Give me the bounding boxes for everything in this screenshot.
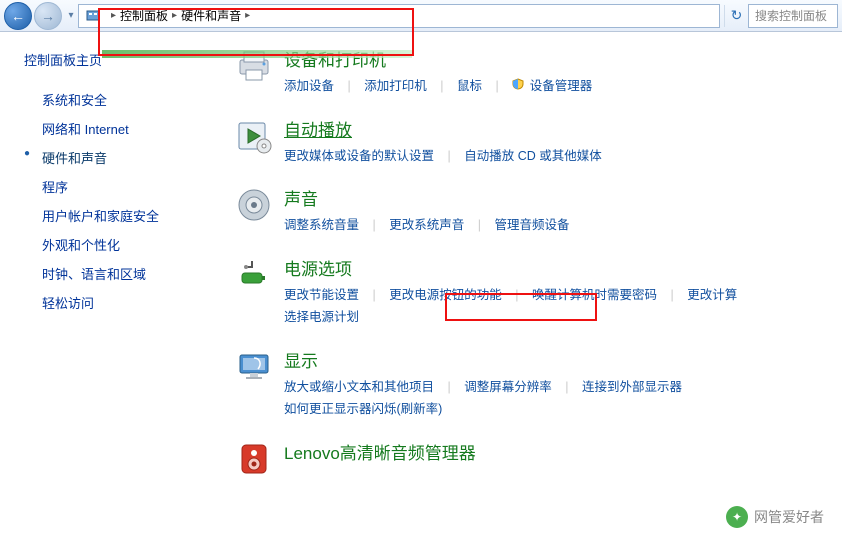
category-links-row2: 如何更正显示器闪烁(刷新率) xyxy=(284,398,842,421)
link-add-printer[interactable]: 添加打印机 xyxy=(364,79,427,93)
refresh-button[interactable]: ↻ xyxy=(724,5,748,27)
category-title-devices[interactable]: 设备和打印机 xyxy=(284,46,842,71)
breadcrumb-sep: ▸ xyxy=(111,10,116,21)
link-change-system-sounds[interactable]: 更改系统声音 xyxy=(389,218,464,232)
search-placeholder: 搜索控制面板 xyxy=(755,7,827,24)
link-change-compute-truncated[interactable]: 更改计算 xyxy=(687,288,737,302)
link-adjust-volume[interactable]: 调整系统音量 xyxy=(284,218,359,232)
category-title-display[interactable]: 显示 xyxy=(284,347,842,372)
link-connect-external[interactable]: 连接到外部显示器 xyxy=(582,380,682,394)
link-autoplay-cd[interactable]: 自动播放 CD 或其他媒体 xyxy=(464,149,602,163)
category-links-row2: 选择电源计划 xyxy=(284,306,842,329)
watermark-text: 网管爱好者 xyxy=(754,507,824,527)
link-text-size[interactable]: 放大或缩小文本和其他项目 xyxy=(284,380,434,394)
category-devices-printers: 设备和打印机 添加设备 | 添加打印机 | 鼠标 | 设备管理器 xyxy=(230,46,842,98)
breadcrumb-item-hardware-sound[interactable]: 硬件和声音 xyxy=(181,7,241,24)
forward-button[interactable]: → xyxy=(34,2,62,30)
category-links: 添加设备 | 添加打印机 | 鼠标 | 设备管理器 xyxy=(284,75,842,98)
category-title-lenovo-audio[interactable]: Lenovo高清晰音频管理器 xyxy=(284,439,842,464)
divider: | xyxy=(448,380,451,394)
back-arrow-icon: ← xyxy=(11,8,25,24)
body-area: 控制面板主页 系统和安全 网络和 Internet 硬件和声音 程序 用户帐户和… xyxy=(0,32,842,536)
divider: | xyxy=(348,79,351,93)
category-autoplay: 自动播放 更改媒体或设备的默认设置 | 自动播放 CD 或其他媒体 xyxy=(230,116,842,168)
link-screen-resolution[interactable]: 调整屏幕分辨率 xyxy=(464,380,552,394)
sidebar-item-programs[interactable]: 程序 xyxy=(24,172,230,201)
window-navbar: ← → ▾ ▸ 控制面板 ▸ 硬件和声音 ▸ ↻ 搜索控制面板 xyxy=(0,0,842,32)
link-change-power-button[interactable]: 更改电源按钮的功能 xyxy=(389,288,502,302)
link-device-manager[interactable]: 设备管理器 xyxy=(530,79,593,93)
sidebar-item-ease-of-access[interactable]: 轻松访问 xyxy=(24,288,230,317)
search-input[interactable]: 搜索控制面板 xyxy=(748,4,838,28)
link-mouse[interactable]: 鼠标 xyxy=(457,79,482,93)
autoplay-icon xyxy=(230,116,278,164)
lenovo-audio-icon xyxy=(230,439,278,487)
category-display: 显示 放大或缩小文本和其他项目 | 调整屏幕分辨率 | 连接到外部显示器 如何更… xyxy=(230,347,842,421)
divider: | xyxy=(495,79,498,93)
divider: | xyxy=(515,288,518,302)
power-icon xyxy=(230,255,278,303)
category-links: 更改媒体或设备的默认设置 | 自动播放 CD 或其他媒体 xyxy=(284,145,842,168)
breadcrumb-sep: ▸ xyxy=(245,10,250,21)
content-panel: 设备和打印机 添加设备 | 添加打印机 | 鼠标 | 设备管理器 自动播放 xyxy=(230,32,842,536)
category-links: 调整系统音量 | 更改系统声音 | 管理音频设备 xyxy=(284,214,842,237)
sidebar-list: 系统和安全 网络和 Internet 硬件和声音 程序 用户帐户和家庭安全 外观… xyxy=(24,85,230,317)
category-title-power[interactable]: 电源选项 xyxy=(284,255,842,280)
sidebar-item-hardware-sound[interactable]: 硬件和声音 xyxy=(24,143,230,172)
refresh-icon: ↻ xyxy=(731,7,743,24)
divider: | xyxy=(373,288,376,302)
link-choose-power-plan[interactable]: 选择电源计划 xyxy=(284,310,359,324)
link-require-password-wake[interactable]: 唤醒计算机时需要密码 xyxy=(532,288,657,302)
sidebar-item-user-accounts[interactable]: 用户帐户和家庭安全 xyxy=(24,201,230,230)
watermark: ✦ 网管爱好者 xyxy=(726,506,824,528)
breadcrumb-item-control-panel[interactable]: 控制面板 xyxy=(120,7,168,24)
divider: | xyxy=(670,288,673,302)
category-sound: 声音 调整系统音量 | 更改系统声音 | 管理音频设备 xyxy=(230,185,842,237)
chevron-down-icon: ▾ xyxy=(68,10,73,21)
control-panel-home-link[interactable]: 控制面板主页 xyxy=(24,50,230,69)
sidebar-item-network-internet[interactable]: 网络和 Internet xyxy=(24,114,230,143)
category-title-autoplay[interactable]: 自动播放 xyxy=(284,116,842,141)
forward-arrow-icon: → xyxy=(41,8,55,24)
display-icon xyxy=(230,347,278,395)
sidebar-item-appearance[interactable]: 外观和个性化 xyxy=(24,230,230,259)
category-power: 电源选项 更改节能设置 | 更改电源按钮的功能 | 唤醒计算机时需要密码 | 更… xyxy=(230,255,842,329)
printer-icon xyxy=(230,46,278,94)
back-button[interactable]: ← xyxy=(4,2,32,30)
link-manage-audio-devices[interactable]: 管理音频设备 xyxy=(494,218,569,232)
divider: | xyxy=(440,79,443,93)
link-fix-flicker[interactable]: 如何更正显示器闪烁(刷新率) xyxy=(284,402,442,416)
divider: | xyxy=(448,149,451,163)
category-title-sound[interactable]: 声音 xyxy=(284,185,842,210)
divider: | xyxy=(373,218,376,232)
category-lenovo-audio: Lenovo高清晰音频管理器 xyxy=(230,439,842,487)
control-panel-icon xyxy=(85,8,101,24)
speaker-icon xyxy=(230,185,278,233)
link-change-default-media[interactable]: 更改媒体或设备的默认设置 xyxy=(284,149,434,163)
divider: | xyxy=(565,380,568,394)
category-links: 更改节能设置 | 更改电源按钮的功能 | 唤醒计算机时需要密码 | 更改计算 xyxy=(284,284,842,307)
shield-icon xyxy=(512,75,524,98)
divider: | xyxy=(478,218,481,232)
sidebar-item-system-security[interactable]: 系统和安全 xyxy=(24,85,230,114)
address-bar[interactable]: ▸ 控制面板 ▸ 硬件和声音 ▸ xyxy=(78,4,720,28)
wechat-icon: ✦ xyxy=(726,506,748,528)
breadcrumb-sep: ▸ xyxy=(172,10,177,21)
link-add-device[interactable]: 添加设备 xyxy=(284,79,334,93)
link-change-energy-saving[interactable]: 更改节能设置 xyxy=(284,288,359,302)
sidebar-item-clock-language[interactable]: 时钟、语言和区域 xyxy=(24,259,230,288)
nav-history-dropdown[interactable]: ▾ xyxy=(64,2,78,30)
sidebar: 控制面板主页 系统和安全 网络和 Internet 硬件和声音 程序 用户帐户和… xyxy=(0,32,230,536)
category-links: 放大或缩小文本和其他项目 | 调整屏幕分辨率 | 连接到外部显示器 xyxy=(284,376,842,399)
